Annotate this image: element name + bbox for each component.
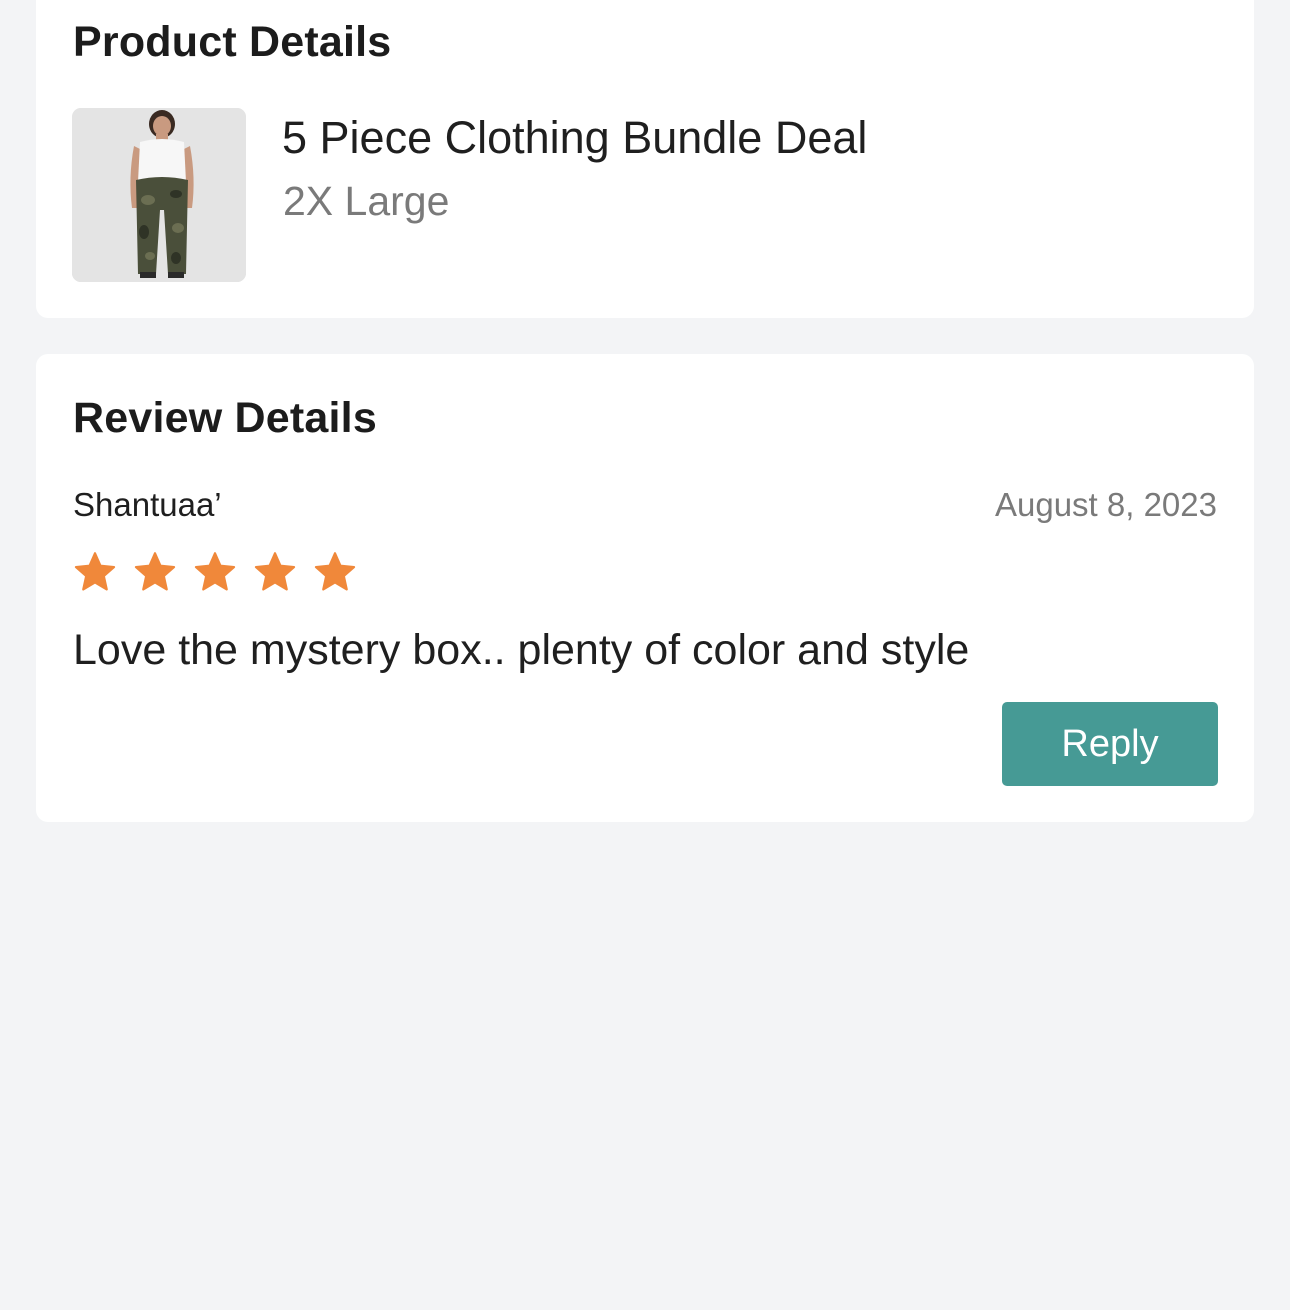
star-rating bbox=[73, 550, 357, 594]
product-thumbnail[interactable] bbox=[72, 108, 246, 282]
star-icon bbox=[74, 552, 116, 591]
reply-button[interactable]: Reply bbox=[1002, 702, 1218, 786]
star-icon bbox=[134, 552, 176, 591]
review-details-card: Review Details Shantuaa’ August 8, 2023 … bbox=[36, 354, 1254, 822]
product-name[interactable]: 5 Piece Clothing Bundle Deal bbox=[282, 112, 867, 164]
reviewer-name: Shantuaa’ bbox=[73, 486, 222, 523]
review-text: Love the mystery box.. plenty of color a… bbox=[73, 626, 970, 674]
product-details-title: Product Details bbox=[73, 18, 392, 66]
review-details-title: Review Details bbox=[73, 394, 377, 442]
product-details-card: Product Details 5 Piece Clothing Bundle … bbox=[36, 0, 1254, 318]
product-variant: 2X Large bbox=[283, 178, 450, 224]
star-icon bbox=[194, 552, 236, 591]
star-icon bbox=[254, 552, 296, 591]
product-photo bbox=[72, 108, 246, 282]
star-icon bbox=[314, 552, 356, 591]
review-date: August 8, 2023 bbox=[994, 486, 1217, 523]
